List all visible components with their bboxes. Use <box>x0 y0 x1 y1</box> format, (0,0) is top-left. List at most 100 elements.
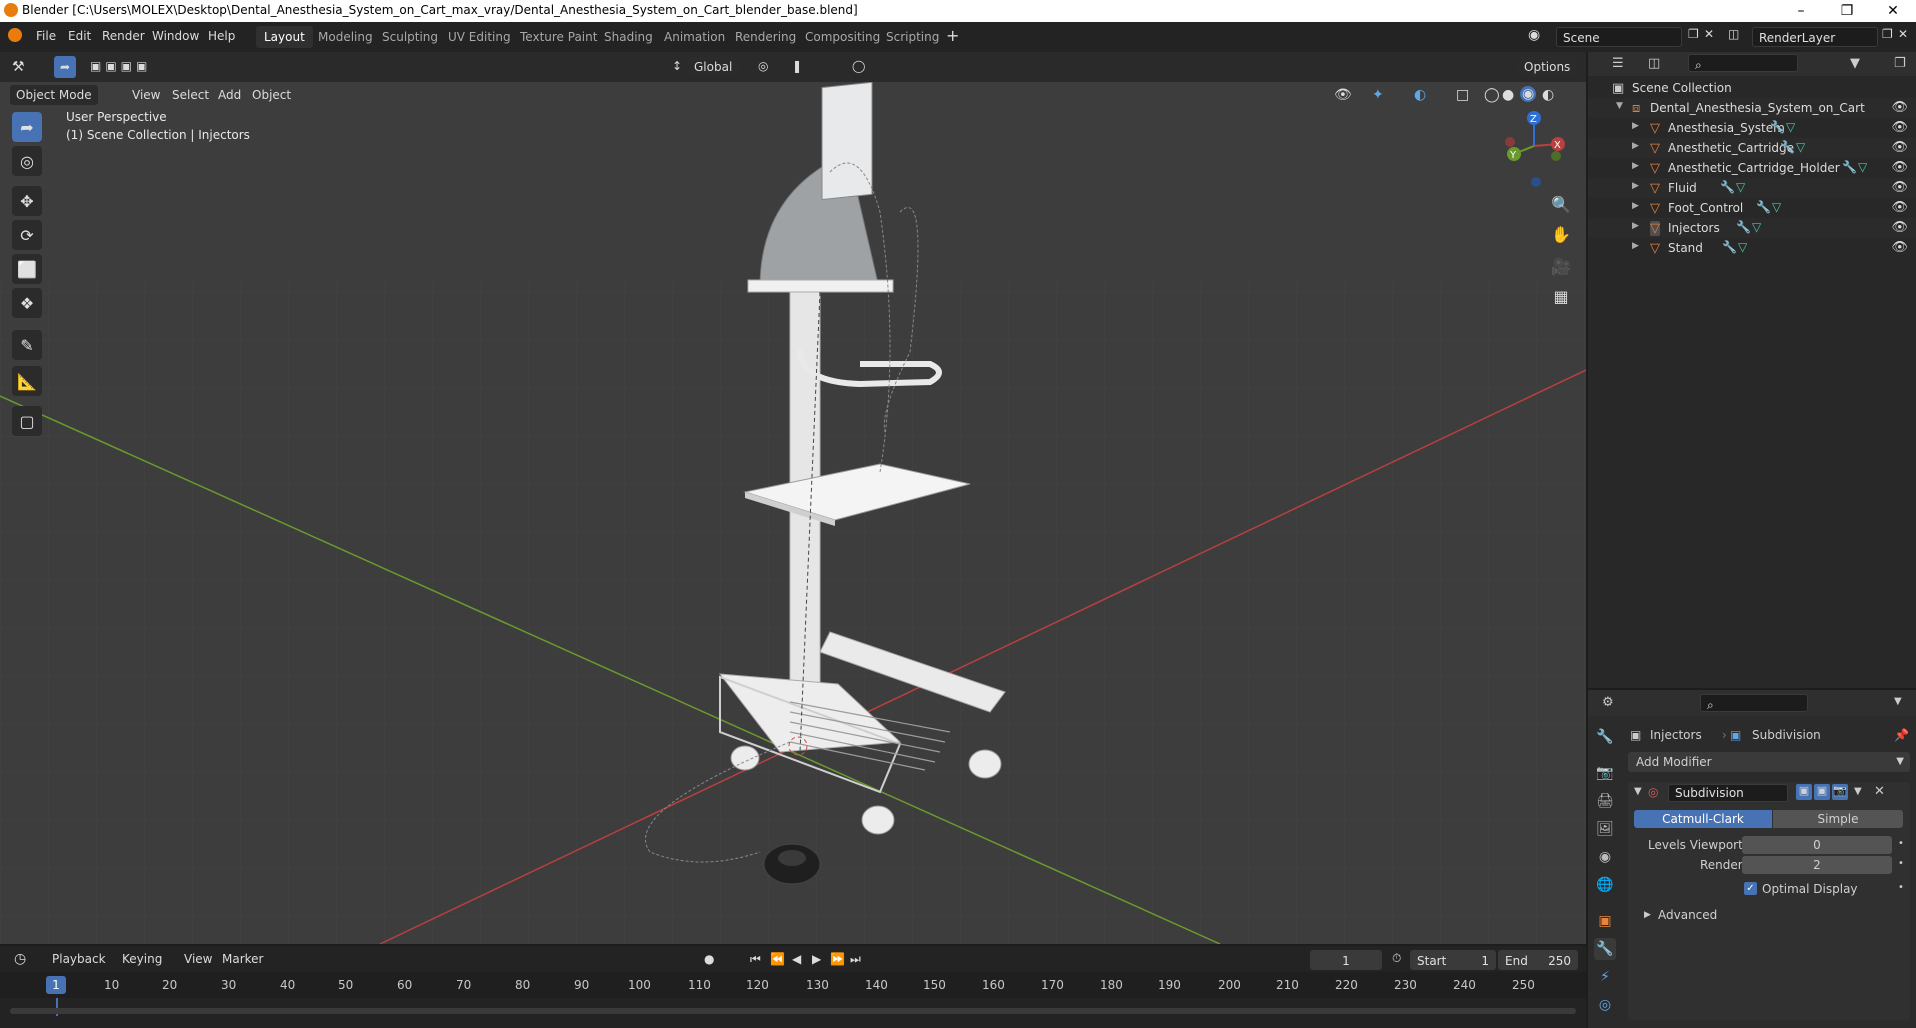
object-tab-icon[interactable]: ▣ <box>1594 910 1616 932</box>
pin-icon[interactable]: 📌 <box>1894 728 1909 742</box>
expand-arrow-icon[interactable]: ▶ <box>1632 141 1639 151</box>
blender-menu-icon[interactable] <box>8 28 22 42</box>
modifier-wrench-icon[interactable]: 🔧 <box>1736 220 1751 234</box>
play-reverse-icon[interactable]: ◀ <box>792 952 801 966</box>
expand-arrow-icon[interactable]: ▼ <box>1616 101 1623 111</box>
proportional-edit-icon[interactable]: ◯ <box>852 59 865 73</box>
world-tab-icon[interactable]: 🌐 <box>1594 874 1616 896</box>
move-tool-icon[interactable]: ✥ <box>12 186 42 216</box>
menu-edit[interactable]: Edit <box>68 29 91 43</box>
visibility-eye-icon[interactable]: 👁 <box>1891 220 1908 235</box>
visibility-eye-icon[interactable]: 👁 <box>1891 180 1908 195</box>
render-tab-icon[interactable]: 📷 <box>1594 762 1616 784</box>
transform-tool-icon[interactable]: ❖ <box>12 288 42 318</box>
mesh-data-icon[interactable]: ▽ <box>1736 180 1745 194</box>
tab-sculpting[interactable]: Sculpting <box>374 26 446 48</box>
physics-tab-icon[interactable]: ◎ <box>1594 994 1616 1016</box>
filter-icon[interactable]: ▼ <box>1850 56 1860 71</box>
modifier-wrench-icon[interactable]: 🔧 <box>1842 160 1857 174</box>
cursor-tool-icon[interactable]: ◎ <box>12 146 42 176</box>
expand-arrow-icon[interactable]: ▶ <box>1632 241 1639 251</box>
outliner-collection-row[interactable]: ▼ ⧈ Dental_Anesthesia_System_on_Cart 👁 <box>1588 98 1916 118</box>
3d-viewport[interactable] <box>0 52 1586 944</box>
modifier-wrench-icon[interactable]: 🔧 <box>1722 240 1737 254</box>
add-cube-tool-icon[interactable]: ▢ <box>12 406 42 436</box>
scale-tool-icon[interactable]: ⬜ <box>12 254 42 284</box>
modifier-wrench-icon[interactable]: 🔧 <box>1770 120 1785 134</box>
end-frame-field[interactable]: End 250 <box>1498 950 1578 970</box>
modifier-tab-icon[interactable]: 🔧 <box>1594 938 1616 960</box>
solid-shading-icon[interactable]: ● <box>1502 87 1514 103</box>
collapse-arrow-icon[interactable]: ▼ <box>1634 786 1642 797</box>
add-modifier-button[interactable]: Add Modifier ▼ <box>1628 752 1910 772</box>
play-icon[interactable]: ▶ <box>812 952 821 966</box>
tab-modeling[interactable]: Modeling <box>310 26 381 48</box>
new-view-layer-icon[interactable]: ❐ <box>1882 27 1893 41</box>
outliner-object-row[interactable]: ▶ ▽ Fluid 🔧 ▽ 👁 <box>1588 178 1916 198</box>
optimal-display-checkbox[interactable]: ✓ <box>1744 882 1757 895</box>
playhead[interactable]: 1 <box>46 976 66 994</box>
mesh-data-icon[interactable]: ▽ <box>1786 120 1795 134</box>
mode-dropdown[interactable]: Object Mode <box>10 85 98 105</box>
wireframe-shading-icon[interactable]: ◯ <box>1484 87 1500 103</box>
particles-tab-icon[interactable]: ⚡ <box>1594 966 1616 988</box>
visibility-eye-icon[interactable]: 👁 <box>1891 140 1908 155</box>
timeline-menu-keying[interactable]: Keying <box>122 952 162 966</box>
material-shading-icon[interactable]: ◉ <box>1520 86 1537 102</box>
use-preview-range-icon[interactable]: ⏱ <box>1392 951 1401 966</box>
expand-arrow-icon[interactable]: ▶ <box>1632 181 1639 191</box>
timeline-editor-icon[interactable]: ◷ <box>14 951 26 967</box>
viewport-menu-add[interactable]: Add <box>218 88 241 102</box>
outliner-object-row[interactable]: ▶ ▽ Stand 🔧 ▽ 👁 <box>1588 238 1916 258</box>
tab-compositing[interactable]: Compositing <box>797 26 888 48</box>
restore-button[interactable]: ❐ <box>1824 0 1870 22</box>
mesh-data-icon[interactable]: ▽ <box>1858 160 1867 174</box>
tab-rendering[interactable]: Rendering <box>727 26 804 48</box>
menu-render[interactable]: Render <box>102 29 145 43</box>
start-frame-field[interactable]: Start 1 <box>1410 950 1496 970</box>
scene-name-field[interactable]: Scene <box>1556 27 1682 47</box>
outliner-object-row[interactable]: ▶ ▽ Foot_Control 🔧 ▽ 👁 <box>1588 198 1916 218</box>
rendered-shading-icon[interactable]: ◐ <box>1542 87 1554 103</box>
delete-scene-icon[interactable]: ✕ <box>1704 27 1714 41</box>
visibility-icon[interactable]: 👁 <box>1334 87 1352 103</box>
outliner-scene-collection[interactable]: ▣ Scene Collection <box>1588 78 1916 98</box>
select-box-tool-icon[interactable]: ➦ <box>12 112 42 142</box>
outliner-object-row[interactable]: ▶ ▽ Anesthesia_System 🔧 ▽ 👁 <box>1588 118 1916 138</box>
jump-end-icon[interactable]: ⏭ <box>850 952 861 967</box>
render-levels-field[interactable]: 2 <box>1742 856 1892 874</box>
catmull-clark-option[interactable]: Catmull-Clark <box>1634 810 1772 828</box>
add-workspace-icon[interactable]: + <box>946 26 959 45</box>
visibility-eye-icon[interactable]: 👁 <box>1891 120 1908 135</box>
modifier-wrench-icon[interactable]: 🔧 <box>1720 180 1735 194</box>
modifier-name-field[interactable]: Subdivision <box>1668 784 1788 802</box>
view-layer-icon[interactable]: ◫ <box>1728 27 1739 41</box>
output-tab-icon[interactable]: 🖨 <box>1594 790 1616 812</box>
timeline-menu-playback[interactable]: Playback <box>52 952 106 966</box>
scene-selector-icon[interactable]: ◉ <box>1528 27 1540 43</box>
visibility-eye-icon[interactable]: 👁 <box>1891 240 1908 255</box>
properties-editor-icon[interactable]: ⚙ <box>1602 695 1614 710</box>
display-mode-icon[interactable]: ◫ <box>1648 56 1660 71</box>
tab-layout[interactable]: Layout <box>256 26 313 48</box>
close-window-button[interactable]: ✕ <box>1870 0 1916 22</box>
next-keyframe-icon[interactable]: ⏩ <box>830 952 845 966</box>
jump-start-icon[interactable]: ⏮ <box>750 952 761 967</box>
rotate-tool-icon[interactable]: ⟳ <box>12 220 42 250</box>
viewport-menu-object[interactable]: Object <box>252 88 291 102</box>
edit-mode-toggle-icon[interactable]: ▣ <box>1796 784 1812 800</box>
outliner-editor-icon[interactable]: ☰ <box>1612 56 1624 71</box>
properties-search-input[interactable]: ⌕ <box>1700 694 1808 712</box>
timeline-menu-view[interactable]: View <box>184 952 212 966</box>
tab-uv-editing[interactable]: UV Editing <box>440 26 519 48</box>
editor-type-icon[interactable]: ⚒ <box>12 59 25 75</box>
viewport-menu-view[interactable]: View <box>132 88 160 102</box>
tab-texture-paint[interactable]: Texture Paint <box>512 26 605 48</box>
render-toggle-icon[interactable]: 📷 <box>1832 784 1848 800</box>
expand-arrow-icon[interactable]: ▶ <box>1632 121 1639 131</box>
viewport-menu-select[interactable]: Select <box>172 88 209 102</box>
mesh-data-icon[interactable]: ▽ <box>1752 220 1761 234</box>
modifier-wrench-icon[interactable]: 🔧 <box>1756 200 1771 214</box>
tab-shading[interactable]: Shading <box>596 26 661 48</box>
modifier-wrench-icon[interactable]: 🔧 <box>1780 140 1795 154</box>
